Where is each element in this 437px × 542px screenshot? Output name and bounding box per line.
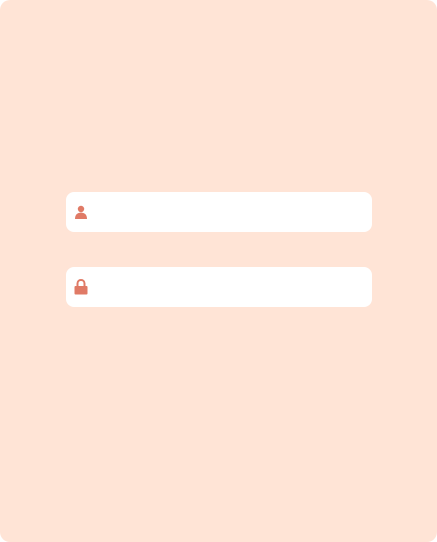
username-field[interactable] <box>66 192 372 232</box>
password-field[interactable] <box>66 267 372 307</box>
password-input[interactable] <box>96 268 372 306</box>
login-card <box>0 0 437 542</box>
user-icon <box>66 192 96 232</box>
lock-icon <box>66 267 96 307</box>
username-input[interactable] <box>96 193 372 231</box>
